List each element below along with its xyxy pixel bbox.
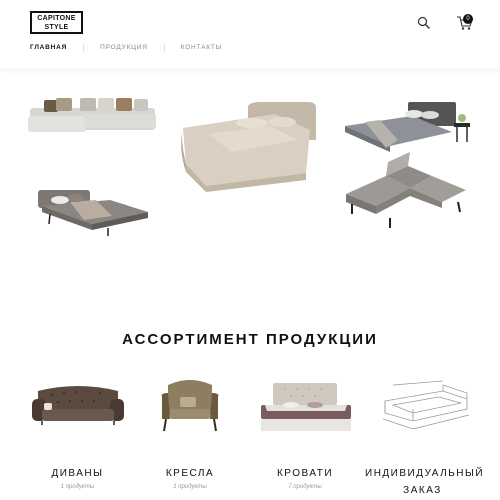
product-count: 1 продукты <box>60 484 95 490</box>
main-nav: ГЛАВНАЯ ПРОДУКЦИЯ КОНТАКТЫ <box>30 44 222 52</box>
dark-bed-image <box>345 102 470 152</box>
site-header: CAPITONE STYLE ГЛАВНАЯ ПРОДУКЦИЯ КОНТАКТ… <box>0 0 500 68</box>
product-name[interactable]: ИНДИВИДУАЛЬНЫЙ ЗАКАЗ <box>365 465 483 499</box>
gray-bed-image <box>38 190 148 236</box>
nav-contacts[interactable]: КОНТАКТЫ <box>181 44 222 52</box>
product-card-custom-order[interactable]: ИНДИВИДУАЛЬНЫЙ ЗАКАЗ <box>365 375 483 499</box>
search-icon[interactable] <box>417 16 431 30</box>
nav-home[interactable]: ГЛАВНАЯ <box>30 44 67 52</box>
nav-divider <box>83 44 85 52</box>
section-title: АССОРТИМЕНТ ПРОДУКЦИИ <box>122 331 378 348</box>
nav-divider <box>163 44 165 52</box>
nav-products[interactable]: ПРОДУКЦИЯ <box>100 44 148 52</box>
armchair-image[interactable] <box>140 375 240 437</box>
product-count: 1 продукты <box>173 484 207 490</box>
product-name[interactable]: КРОВАТИ <box>255 465 355 482</box>
hero-furniture-collage <box>28 98 470 236</box>
sectional-sofa-image <box>28 98 156 132</box>
capitone-bed-image <box>181 102 316 192</box>
product-count: 7 продукты <box>288 484 322 490</box>
logo[interactable]: CAPITONE STYLE <box>30 11 83 34</box>
logo-line-2: STYLE <box>44 23 69 31</box>
product-card-beds[interactable]: КРОВАТИ 7 продукты <box>255 375 355 490</box>
bed-image[interactable] <box>255 375 355 437</box>
product-card-armchairs[interactable]: КРЕСЛА 1 продукты <box>140 375 240 490</box>
product-card-sofas[interactable]: ДИВАНЫ 1 продукты <box>25 375 130 490</box>
sofa-image[interactable] <box>28 375 128 437</box>
cart-count-badge: 0 <box>463 14 473 24</box>
product-categories: ДИВАНЫ 1 продукты КРЕСЛА 1 продукты КРОВ… <box>0 375 500 500</box>
product-name[interactable]: КРЕСЛА <box>140 465 240 482</box>
product-name[interactable]: ДИВАНЫ <box>25 465 130 482</box>
custom-sofa-sketch-image[interactable] <box>373 375 473 437</box>
logo-line-1: CAPITONE <box>37 14 76 22</box>
adjustable-bed-image <box>346 152 466 228</box>
